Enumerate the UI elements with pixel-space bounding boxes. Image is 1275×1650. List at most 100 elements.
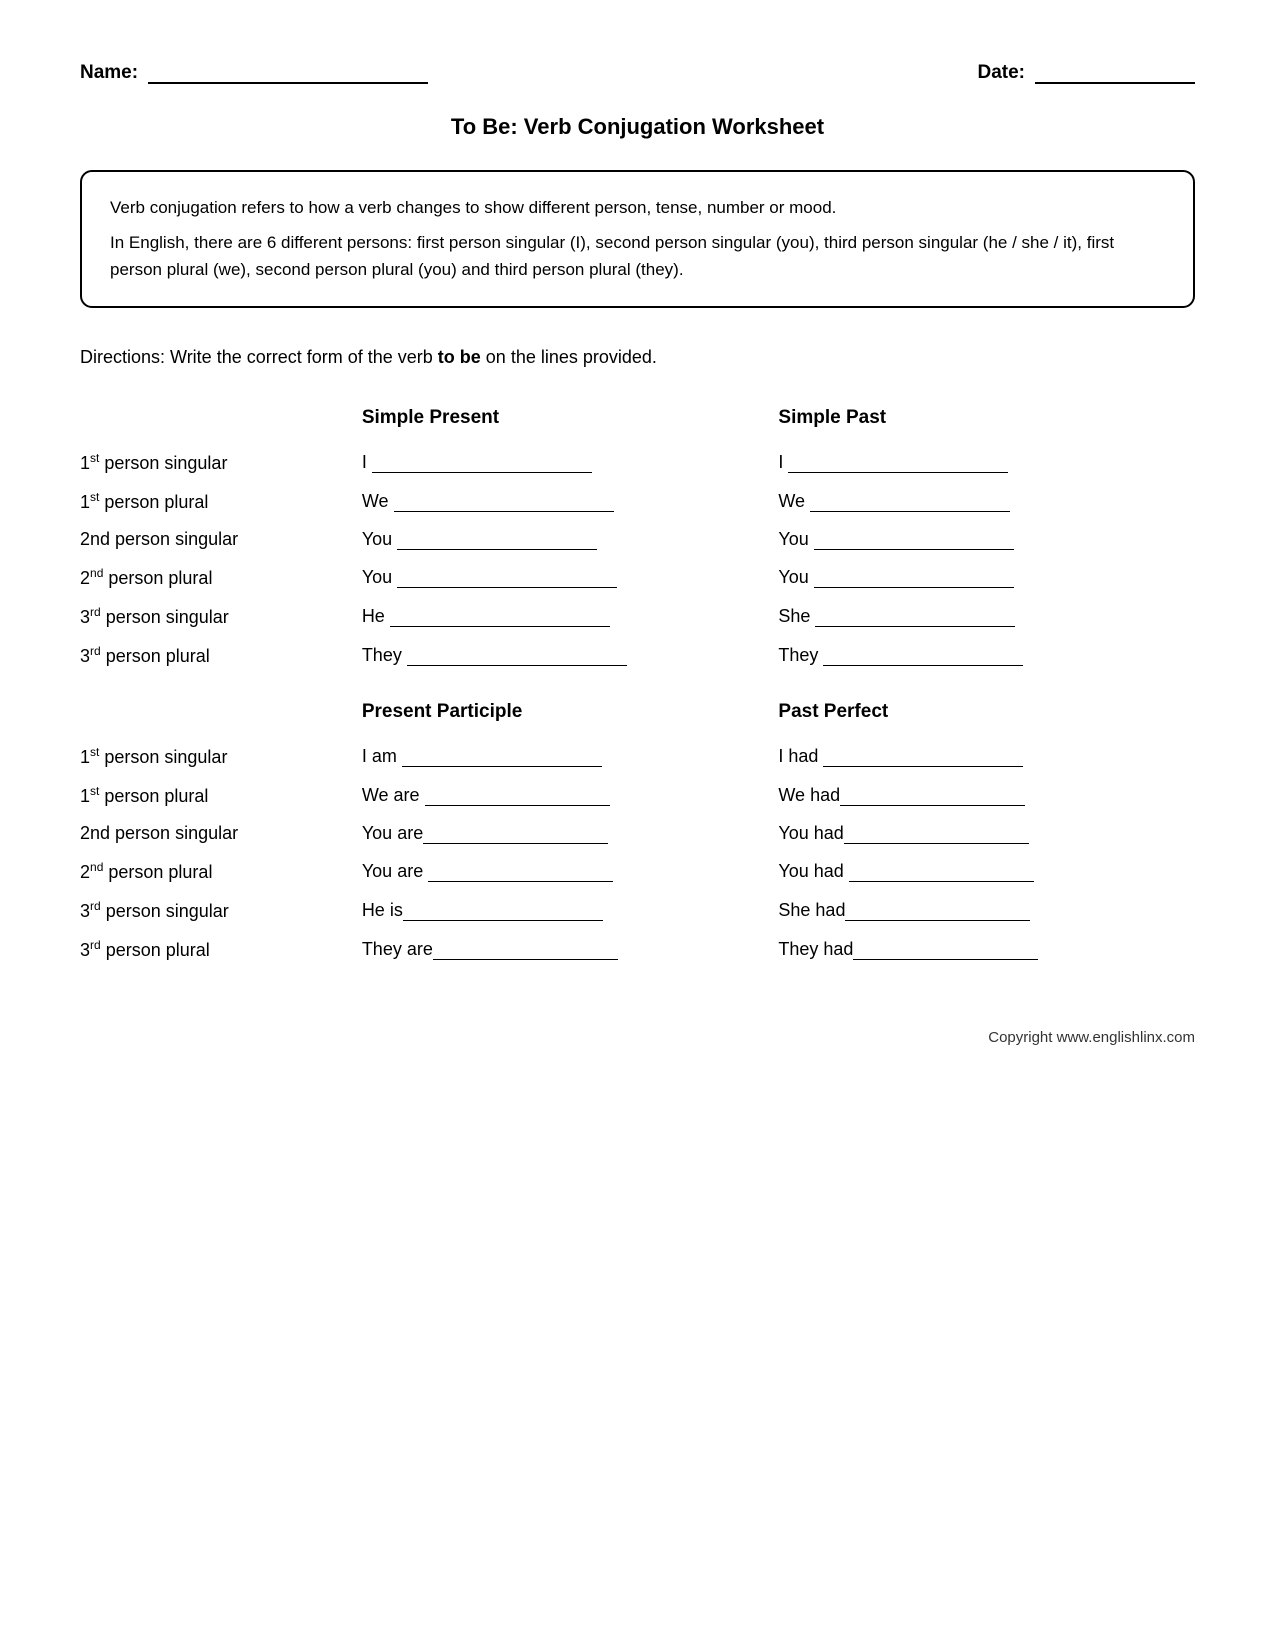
- form2-cell: We: [778, 482, 1195, 521]
- prefix: He: [362, 606, 390, 626]
- form1-cell: You: [362, 558, 779, 597]
- person-label: 3rd person singular: [80, 597, 362, 636]
- prefix: You are: [362, 823, 423, 843]
- section2-table: Present Participle Past Perfect 1st pers…: [80, 695, 1195, 969]
- prefix: We: [778, 491, 810, 511]
- person-label: 2nd person plural: [80, 852, 362, 891]
- prefix: You: [362, 529, 397, 549]
- fill-line[interactable]: [397, 549, 597, 550]
- prefix: You: [778, 529, 813, 549]
- fill-line[interactable]: [823, 766, 1023, 767]
- fill-line[interactable]: [433, 959, 618, 960]
- person-label: 2nd person plural: [80, 558, 362, 597]
- prefix: You are: [362, 861, 428, 881]
- name-line[interactable]: [148, 60, 428, 84]
- form2-cell: She had: [778, 891, 1195, 930]
- person-label: 1st person plural: [80, 482, 362, 521]
- fill-line[interactable]: [823, 665, 1023, 666]
- fill-line[interactable]: [815, 626, 1015, 627]
- table-row: 3rd person plural They They: [80, 636, 1195, 675]
- prefix: She had: [778, 900, 845, 920]
- table-row: 2nd person singular You are You had: [80, 815, 1195, 852]
- fill-line[interactable]: [849, 881, 1034, 882]
- person-label: 2nd person singular: [80, 815, 362, 852]
- prefix: You had: [778, 823, 843, 843]
- page-title: To Be: Verb Conjugation Worksheet: [80, 114, 1195, 140]
- person-label: 1st person plural: [80, 776, 362, 815]
- header: Name: Date:: [80, 60, 1195, 84]
- form2-cell: You had: [778, 815, 1195, 852]
- fill-line[interactable]: [844, 843, 1029, 844]
- form1-cell: You are: [362, 852, 779, 891]
- fill-line[interactable]: [788, 472, 1008, 473]
- fill-line[interactable]: [853, 959, 1038, 960]
- info-box: Verb conjugation refers to how a verb ch…: [80, 170, 1195, 308]
- prefix: They are: [362, 939, 433, 959]
- prefix: They had: [778, 939, 853, 959]
- prefix: You: [778, 567, 813, 587]
- date-label: Date:: [977, 62, 1025, 84]
- fill-line[interactable]: [394, 511, 614, 512]
- fill-line[interactable]: [397, 587, 617, 588]
- fill-line[interactable]: [372, 472, 592, 473]
- form1-cell: They: [362, 636, 779, 675]
- col-simple-present-header: Simple Present: [362, 401, 779, 443]
- fill-line[interactable]: [407, 665, 627, 666]
- form1-cell: You: [362, 521, 779, 558]
- form2-cell: You: [778, 558, 1195, 597]
- form2-cell: You had: [778, 852, 1195, 891]
- prefix: I am: [362, 746, 402, 766]
- person-label: 1st person singular: [80, 443, 362, 482]
- table-row: 1st person plural We are We had: [80, 776, 1195, 815]
- prefix: You: [362, 567, 397, 587]
- fill-line[interactable]: [814, 549, 1014, 550]
- date-line[interactable]: [1035, 60, 1195, 84]
- form1-cell: He is: [362, 891, 779, 930]
- col-person-header2: [80, 695, 362, 737]
- form1-cell: We are: [362, 776, 779, 815]
- table-row: 1st person plural We We: [80, 482, 1195, 521]
- form2-cell: I: [778, 443, 1195, 482]
- prefix: She: [778, 606, 815, 626]
- table-row: 3rd person singular He is She had: [80, 891, 1195, 930]
- table-row: 3rd person plural They are They had: [80, 930, 1195, 969]
- fill-line[interactable]: [840, 805, 1025, 806]
- table-row: 2nd person plural You are You had: [80, 852, 1195, 891]
- fill-line[interactable]: [845, 920, 1030, 921]
- fill-line[interactable]: [403, 920, 603, 921]
- form2-cell: We had: [778, 776, 1195, 815]
- table-row: 2nd person singular You You: [80, 521, 1195, 558]
- col-present-participle-header: Present Participle: [362, 695, 779, 737]
- prefix: I: [362, 452, 372, 472]
- prefix: They: [362, 645, 407, 665]
- person-label: 3rd person singular: [80, 891, 362, 930]
- form2-cell: You: [778, 521, 1195, 558]
- name-label: Name:: [80, 62, 138, 84]
- fill-line[interactable]: [810, 511, 1010, 512]
- form1-cell: You are: [362, 815, 779, 852]
- table-row: 2nd person plural You You: [80, 558, 1195, 597]
- date-field: Date:: [977, 60, 1195, 84]
- fill-line[interactable]: [425, 805, 610, 806]
- form2-cell: She: [778, 597, 1195, 636]
- fill-line[interactable]: [423, 843, 608, 844]
- name-field: Name:: [80, 60, 428, 84]
- table-row: 1st person singular I I: [80, 443, 1195, 482]
- prefix: We: [362, 491, 394, 511]
- fill-line[interactable]: [390, 626, 610, 627]
- col-person-header1: [80, 401, 362, 443]
- prefix: You had: [778, 861, 848, 881]
- copyright: Copyright www.englishlinx.com: [80, 1029, 1195, 1046]
- prefix: I: [778, 452, 788, 472]
- fill-line[interactable]: [814, 587, 1014, 588]
- fill-line[interactable]: [402, 766, 602, 767]
- prefix: They: [778, 645, 823, 665]
- info-line2: In English, there are 6 different person…: [110, 229, 1165, 283]
- form2-cell: They: [778, 636, 1195, 675]
- person-label: 1st person singular: [80, 737, 362, 776]
- col-past-perfect-header: Past Perfect: [778, 695, 1195, 737]
- info-line1: Verb conjugation refers to how a verb ch…: [110, 194, 1165, 221]
- form1-cell: We: [362, 482, 779, 521]
- fill-line[interactable]: [428, 881, 613, 882]
- prefix: We are: [362, 785, 425, 805]
